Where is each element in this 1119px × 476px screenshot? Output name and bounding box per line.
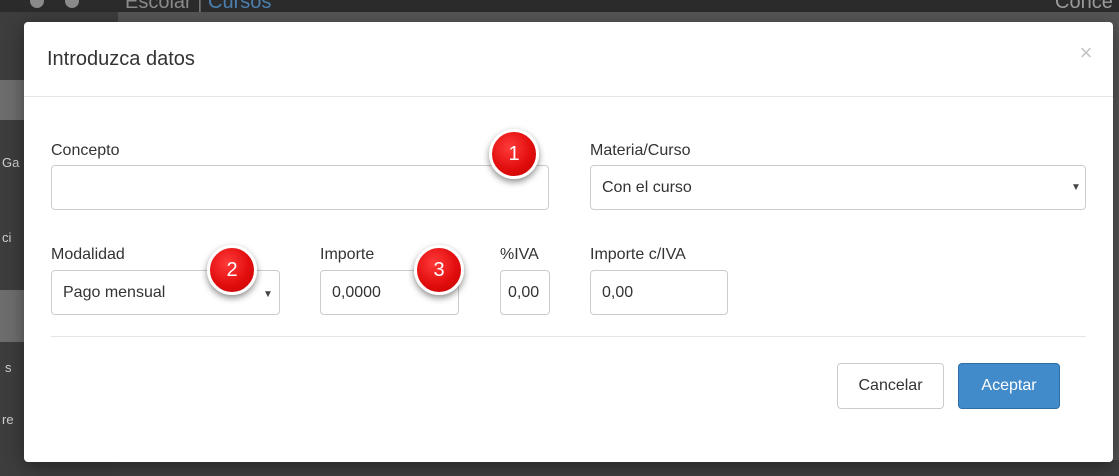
- accept-button[interactable]: Aceptar: [958, 363, 1060, 409]
- materia-curso-select[interactable]: Con el curso: [590, 165, 1086, 210]
- iva-label: %IVA: [500, 246, 539, 263]
- importe-label: Importe: [320, 246, 375, 263]
- settings-icon: [30, 0, 44, 8]
- close-icon[interactable]: ×: [1076, 42, 1096, 64]
- title-separator: |: [197, 0, 203, 13]
- modalidad-value: Pago mensual: [63, 283, 166, 301]
- sidebar-fragment: Ga: [2, 155, 20, 170]
- cancel-button[interactable]: Cancelar: [837, 363, 944, 409]
- chevron-down-icon: ▼: [1071, 182, 1081, 193]
- modal-title: Introduzca datos: [47, 48, 195, 70]
- callout-badge-2: 2: [207, 245, 257, 295]
- app-bottom-backdrop: [118, 460, 1119, 476]
- sidebar-fragment: re: [2, 412, 14, 427]
- modal-dialog: Introduzca datos × Concepto Materia/Curs…: [24, 22, 1113, 462]
- importe-iva-label: Importe c/IVA: [590, 246, 686, 263]
- chevron-down-icon: ▼: [263, 289, 273, 300]
- app-topbar: Escolar | Cursos Conce: [0, 0, 1119, 14]
- callout-badge-1: 1: [489, 129, 539, 179]
- info-icon: [65, 0, 79, 8]
- sidebar-fragment: ci: [2, 230, 12, 245]
- sidebar-fragment: s: [5, 360, 12, 375]
- footer-divider: [51, 336, 1086, 337]
- app-section-link: Cursos: [208, 0, 272, 13]
- modalidad-label: Modalidad: [51, 246, 125, 263]
- modal-header: Introduzca datos ×: [24, 22, 1113, 97]
- sidebar-active-item: [0, 290, 24, 342]
- concepto-input[interactable]: [51, 165, 549, 210]
- importe-iva-input[interactable]: 0,00: [590, 270, 728, 315]
- materia-curso-value: Con el curso: [602, 178, 692, 196]
- app-name: Escolar: [125, 0, 192, 13]
- app-title: Escolar | Cursos: [125, 0, 271, 14]
- sidebar-logo-fragment: [0, 80, 24, 120]
- topbar-right-text: Conce: [1055, 0, 1113, 13]
- callout-badge-3: 3: [414, 245, 464, 295]
- concepto-label: Concepto: [51, 142, 120, 159]
- iva-input[interactable]: 0,00: [500, 270, 550, 315]
- materia-curso-label: Materia/Curso: [590, 142, 691, 159]
